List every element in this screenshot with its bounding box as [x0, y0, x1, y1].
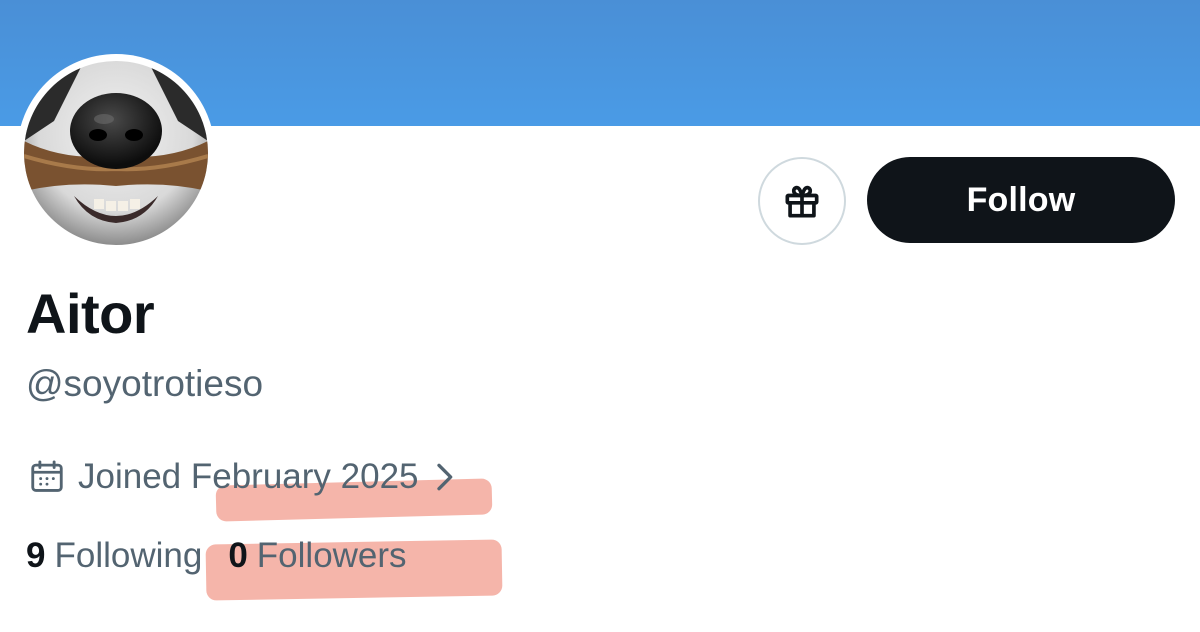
gift-icon: [785, 185, 819, 218]
display-name: Aitor: [26, 282, 155, 345]
joined-date-text: Joined February 2025: [78, 457, 419, 496]
user-handle: @soyotrotieso: [26, 363, 264, 404]
following-count: 9: [26, 536, 46, 575]
following-label: Following: [54, 536, 203, 575]
followers-label: Followers: [256, 536, 407, 575]
following-link[interactable]: 9 Following: [26, 536, 202, 576]
avatar-dog-image: [24, 61, 208, 245]
gift-button[interactable]: [758, 157, 846, 245]
follow-stats: 9 Following 0 Followers: [26, 530, 407, 582]
profile-page: Follow Aitor @soyotrotieso Joined Februa…: [0, 0, 1200, 632]
followers-count: 0: [228, 536, 248, 575]
followers-link[interactable]: 0 Followers: [228, 536, 406, 576]
avatar[interactable]: [17, 54, 215, 252]
calendar-icon: [31, 460, 63, 492]
joined-date-row[interactable]: Joined February 2025: [28, 451, 455, 503]
follow-button[interactable]: Follow: [867, 157, 1175, 243]
chevron-right-icon: [433, 462, 455, 492]
